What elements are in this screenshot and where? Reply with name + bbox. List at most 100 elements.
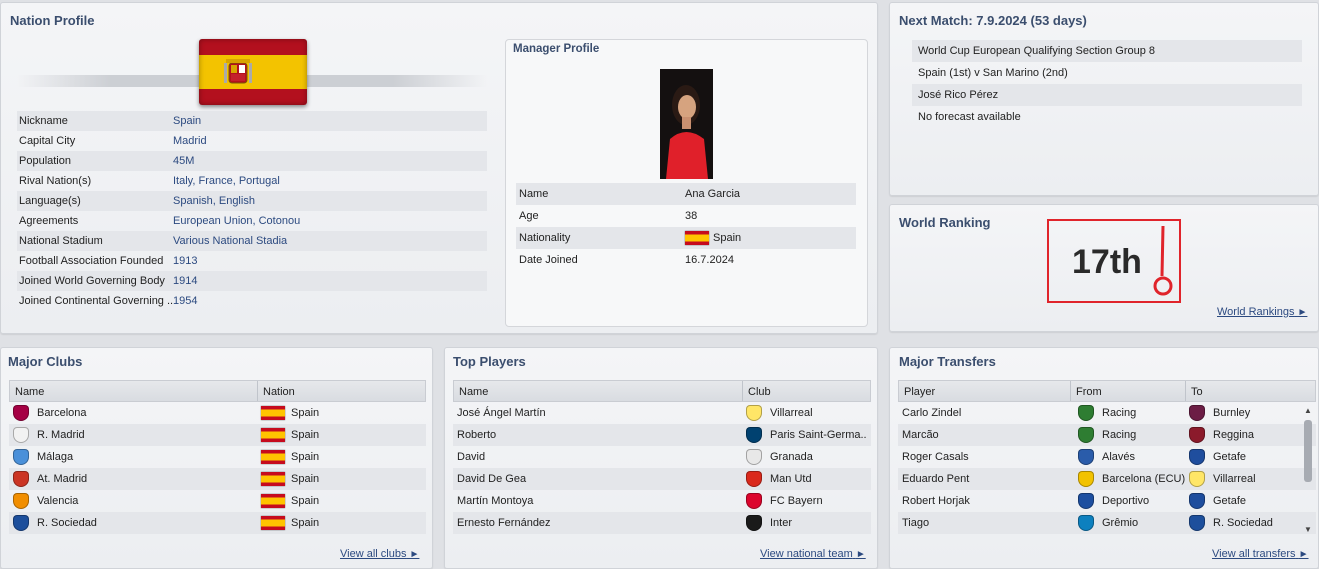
player-name-cell[interactable]: Ernesto Fernández: [453, 512, 742, 534]
player-club-cell[interactable]: Paris Saint-Germa..: [742, 424, 871, 446]
column-header-name[interactable]: Name: [454, 381, 743, 401]
club-name-cell[interactable]: Málaga: [9, 446, 257, 468]
club-nation-cell[interactable]: Spain: [257, 490, 426, 512]
table-row[interactable]: Robert Horjak Deportivo Getafe: [898, 490, 1316, 512]
scrollbar-thumb[interactable]: [1304, 420, 1312, 482]
transfer-to-cell[interactable]: Burnley: [1185, 402, 1316, 424]
manager-photo[interactable]: [660, 69, 713, 179]
transfer-player-cell[interactable]: Roger Casals: [898, 446, 1070, 468]
transfer-to-cell[interactable]: Reggina: [1185, 424, 1316, 446]
club-name-cell[interactable]: R. Sociedad: [9, 512, 257, 534]
fixture-line[interactable]: Spain (1st) v San Marino (2nd): [912, 62, 1302, 84]
table-row[interactable]: Martín Montoya FC Bayern: [453, 490, 871, 512]
detail-value[interactable]: Spain: [685, 227, 741, 249]
table-row[interactable]: At. Madrid Spain: [9, 468, 426, 490]
transfer-to-cell[interactable]: Getafe: [1185, 446, 1316, 468]
detail-value: 45M: [173, 155, 195, 167]
table-row[interactable]: Roger Casals Alavés Getafe: [898, 446, 1316, 468]
club-name-cell[interactable]: At. Madrid: [9, 468, 257, 490]
club-nation-cell[interactable]: Spain: [257, 402, 426, 424]
detail-row: Rival Nation(s) Italy, France, Portugal: [17, 171, 487, 191]
detail-value[interactable]: Various National Stadia: [173, 231, 287, 251]
venue-line[interactable]: José Rico Pérez: [912, 84, 1302, 106]
view-all-clubs-link[interactable]: View all clubs ►: [340, 548, 419, 560]
player-club-cell[interactable]: Villarreal: [742, 402, 871, 424]
player-name-cell[interactable]: Roberto: [453, 424, 742, 446]
table-row[interactable]: Eduardo Pent Barcelona (ECU) Villarreal: [898, 468, 1316, 490]
table-header: Player From To: [898, 380, 1316, 402]
club-nation-cell[interactable]: Spain: [257, 424, 426, 446]
arrow-right-icon: ►: [409, 549, 420, 560]
transfer-from-cell[interactable]: Grêmio: [1070, 512, 1185, 534]
player-club: Villarreal: [770, 407, 813, 419]
club-name-cell[interactable]: Barcelona: [9, 402, 257, 424]
table-row[interactable]: Barcelona Spain: [9, 402, 426, 424]
transfer-to-cell[interactable]: Getafe: [1185, 490, 1316, 512]
transfer-from-cell[interactable]: Alavés: [1070, 446, 1185, 468]
transfer-from-cell[interactable]: Deportivo: [1070, 490, 1185, 512]
transfer-player-cell[interactable]: Marcão: [898, 424, 1070, 446]
player-name-cell[interactable]: David De Gea: [453, 468, 742, 490]
world-rankings-link[interactable]: World Rankings ►: [1217, 306, 1307, 318]
detail-value[interactable]: European Union, Cotonou: [173, 211, 300, 231]
club-name-cell[interactable]: R. Madrid: [9, 424, 257, 446]
transfer-to-cell[interactable]: R. Sociedad: [1185, 512, 1316, 534]
transfer-to-cell[interactable]: Villarreal: [1185, 468, 1316, 490]
table-row[interactable]: R. Sociedad Spain: [9, 512, 426, 534]
transfer-player-cell[interactable]: Tiago: [898, 512, 1070, 534]
player-club-cell[interactable]: Inter: [742, 512, 871, 534]
table-row[interactable]: Málaga Spain: [9, 446, 426, 468]
competition-line[interactable]: World Cup European Qualifying Section Gr…: [912, 40, 1302, 62]
column-header-name[interactable]: Name: [10, 381, 258, 401]
table-row[interactable]: R. Madrid Spain: [9, 424, 426, 446]
player-name-cell[interactable]: Martín Montoya: [453, 490, 742, 512]
transfers-scrollbar[interactable]: ▲ ▼: [1303, 406, 1313, 534]
detail-row: Football Association Founded 1913: [17, 251, 487, 271]
player-name-cell[interactable]: David: [453, 446, 742, 468]
player-club-cell[interactable]: Man Utd: [742, 468, 871, 490]
club-crest-icon: [1189, 493, 1205, 509]
club-name-cell[interactable]: Valencia: [9, 490, 257, 512]
table-row[interactable]: Carlo Zindel Racing Burnley: [898, 402, 1316, 424]
detail-value[interactable]: Madrid: [173, 131, 207, 151]
detail-value[interactable]: Spain: [173, 111, 201, 131]
table-row[interactable]: Roberto Paris Saint-Germa..: [453, 424, 871, 446]
scroll-up-icon[interactable]: ▲: [1303, 406, 1313, 415]
detail-value[interactable]: Italy, France, Portugal: [173, 171, 280, 191]
column-header-player[interactable]: Player: [899, 381, 1071, 401]
major-transfers-title: Major Transfers: [899, 354, 996, 369]
transfer-from-cell[interactable]: Barcelona (ECU): [1070, 468, 1185, 490]
club-nation-cell[interactable]: Spain: [257, 512, 426, 534]
table-row[interactable]: Tiago Grêmio R. Sociedad: [898, 512, 1316, 534]
transfer-from-cell[interactable]: Racing: [1070, 402, 1185, 424]
table-row[interactable]: José Ángel Martín Villarreal: [453, 402, 871, 424]
detail-value: Spanish, English: [173, 195, 255, 207]
detail-value: 1913: [173, 255, 198, 267]
scroll-down-icon[interactable]: ▼: [1303, 525, 1313, 534]
detail-row: National Stadium Various National Stadia: [17, 231, 487, 251]
transfer-player-cell[interactable]: Carlo Zindel: [898, 402, 1070, 424]
transfer-player-cell[interactable]: Robert Horjak: [898, 490, 1070, 512]
table-row[interactable]: Ernesto Fernández Inter: [453, 512, 871, 534]
table-row[interactable]: Marcão Racing Reggina: [898, 424, 1316, 446]
table-row[interactable]: David De Gea Man Utd: [453, 468, 871, 490]
player-club-cell[interactable]: FC Bayern: [742, 490, 871, 512]
transfer-to: Reggina: [1213, 429, 1254, 441]
column-header-to[interactable]: To: [1186, 381, 1315, 401]
column-header-nation[interactable]: Nation: [258, 381, 425, 401]
player-club-cell[interactable]: Granada: [742, 446, 871, 468]
column-header-from[interactable]: From: [1071, 381, 1186, 401]
player-name-cell[interactable]: José Ángel Martín: [453, 402, 742, 424]
player-club: Inter: [770, 517, 793, 529]
transfer-to: Getafe: [1213, 495, 1247, 507]
club-nation-cell[interactable]: Spain: [257, 468, 426, 490]
table-row[interactable]: Valencia Spain: [9, 490, 426, 512]
view-all-transfers-link[interactable]: View all transfers ►: [1212, 548, 1309, 560]
column-header-club[interactable]: Club: [743, 381, 870, 401]
club-nation-cell[interactable]: Spain: [257, 446, 426, 468]
table-row[interactable]: David Granada: [453, 446, 871, 468]
transfer-from-cell[interactable]: Racing: [1070, 424, 1185, 446]
view-national-team-link[interactable]: View national team ►: [760, 548, 866, 560]
club-name: Málaga: [37, 451, 74, 463]
transfer-player-cell[interactable]: Eduardo Pent: [898, 468, 1070, 490]
